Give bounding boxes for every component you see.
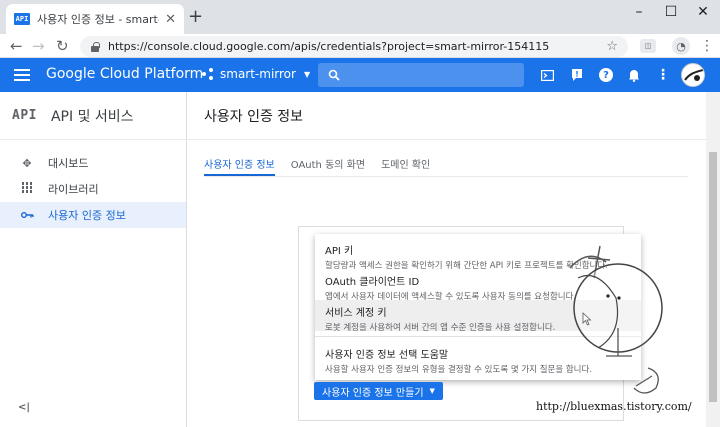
minimize-icon[interactable]: – [624,4,654,20]
scrollbar[interactable] [706,92,720,427]
caret-down-icon: ▼ [429,387,435,395]
more-vert-icon[interactable]: ⋮ [656,67,670,83]
collapse-sidebar-icon[interactable]: <| [18,402,30,413]
create-credentials-button[interactable]: 사용자 인증 정보 만들기 ▼ [314,382,443,400]
tab-close-icon[interactable]: ✕ [165,12,176,27]
maximize-icon[interactable]: ☐ [656,4,686,20]
browser-tab-strip: API 사용자 인증 정보 - smart-mirror ✕ + – ☐ ✕ [0,0,720,34]
sidebar-title: API 및 서비스 [50,108,134,125]
scrollbar-thumb[interactable] [709,152,717,402]
menu-item-title: API 키 [325,246,354,257]
key-icon [20,209,34,222]
avatar[interactable] [681,63,705,87]
help-icon[interactable]: ? [599,68,613,82]
sidebar-item-label: 대시보드 [48,157,89,170]
sidebar-item-label: 라이브러리 [48,183,99,196]
divider [188,139,706,140]
sidebar-item-library[interactable]: 라이브러리 [0,176,186,202]
mouse-cursor-icon [582,312,592,326]
browser-menu-icon[interactable]: ⋮ [698,37,716,55]
lock-icon [90,41,100,52]
tab-oauth-consent[interactable]: OAuth 동의 화면 [291,152,365,176]
tab-credentials[interactable]: 사용자 인증 정보 [204,152,275,176]
menu-item-service-account-key[interactable]: 서비스 계정 키 로봇 계정을 사용하여 서버 간의 앱 수준 인증을 사용 설… [315,300,641,333]
bookmark-star-icon[interactable]: ☆ [606,39,618,54]
browser-toolbar: ← → ↻ https://console.cloud.google.com/a… [0,34,720,58]
project-name: smart-mirror [220,67,296,81]
sidebar-item-dashboard[interactable]: ✥ 대시보드 [0,150,186,176]
search-input[interactable] [318,63,524,87]
notification-alert-icon[interactable] [570,68,584,82]
sidebar-item-label: 사용자 인증 정보 [48,209,126,222]
project-icon [202,68,214,80]
divider [204,176,688,177]
new-tab-button[interactable]: + [188,8,203,26]
page-title: 사용자 인증 정보 [204,109,304,125]
profile-icon[interactable]: ◔ [672,37,690,55]
address-bar[interactable]: https://console.cloud.google.com/apis/cr… [80,36,628,57]
console-header: Google Cloud Platform smart-mirror ▼ ? ⋮ [0,58,720,92]
tab-title: 사용자 인증 정보 - smart-mirror [37,13,160,26]
left-nav: API API 및 서비스 ✥ 대시보드 라이브러리 사용자 인증 정보 <| [0,92,187,427]
menu-item-desc: 할당량과 액세스 권한을 확인하기 위해 간단한 API 키로 프로젝트를 확인… [325,261,608,271]
back-icon[interactable]: ← [10,36,23,56]
project-selector[interactable]: smart-mirror ▼ [202,67,310,81]
credential-tabs: 사용자 인증 정보 OAuth 동의 화면 도메인 확인 [204,152,446,176]
menu-divider [315,336,641,337]
sidebar-item-credentials[interactable]: 사용자 인증 정보 [0,202,186,228]
bell-icon[interactable] [627,68,641,82]
brand-title[interactable]: Google Cloud Platform [46,66,203,82]
forward-icon[interactable]: → [32,36,45,56]
hamburger-menu-icon[interactable] [14,69,30,81]
menu-item-api-key[interactable]: API 키 할당량과 액세스 권한을 확인하기 위해 간단한 API 키로 프로… [315,238,641,271]
menu-item-title: 사용자 인증 정보 선택 도움말 [325,350,449,361]
menu-item-oauth-client-id[interactable]: OAuth 클라이언트 ID 앱에서 사용자 데이터에 액세스할 수 있도록 사… [315,269,641,302]
create-credentials-menu: API 키 할당량과 액세스 권한을 확인하기 위해 간단한 API 키로 프로… [315,234,641,380]
api-favicon: API [14,13,30,25]
library-icon [20,182,34,196]
url-text: https://console.cloud.google.com/apis/cr… [108,40,550,53]
watermark-url: http://bluexmas.tistory.com/ [536,400,692,413]
create-credentials-label: 사용자 인증 정보 만들기 [322,387,424,399]
menu-item-desc: 사용할 사용자 인증 정보의 유형을 결정할 수 있도록 몇 가지 질문을 합니… [325,365,593,375]
chevron-down-icon: ▼ [303,69,311,79]
tab-domain-verification[interactable]: 도메인 확인 [381,152,430,176]
cloud-shell-icon[interactable] [540,68,554,82]
menu-item-help-me-choose[interactable]: 사용자 인증 정보 선택 도움말 사용할 사용자 인증 정보의 유형을 결정할 … [315,342,641,375]
menu-item-title: OAuth 클라이언트 ID [325,277,420,288]
sidebar-header: API API 및 서비스 [0,92,186,140]
api-logo: API [12,108,37,123]
extension-icon[interactable]: ◫ [640,39,656,53]
reload-icon[interactable]: ↻ [56,36,69,56]
browser-tab[interactable]: API 사용자 인증 정보 - smart-mirror ✕ [6,4,184,34]
dashboard-icon: ✥ [22,156,32,170]
close-icon[interactable]: ✕ [688,4,718,20]
search-icon [328,69,340,81]
